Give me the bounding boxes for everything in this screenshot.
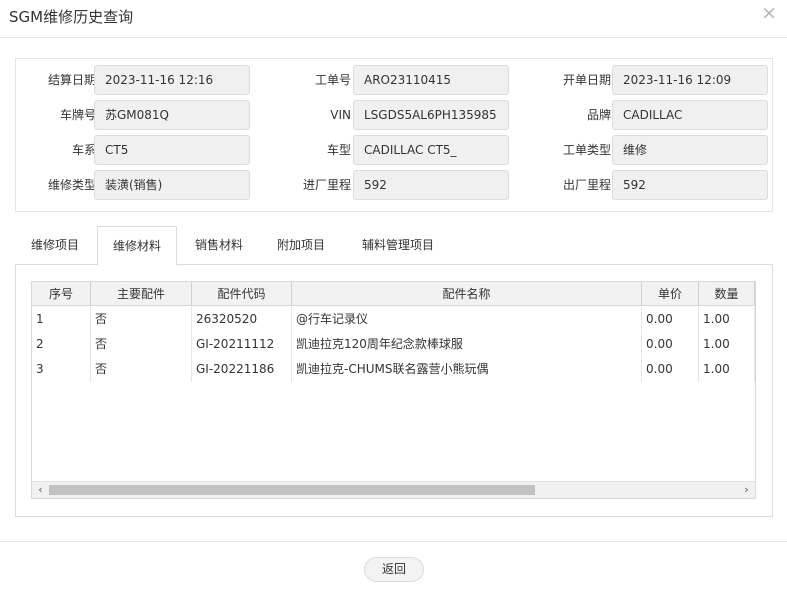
cell-part-code: GI-20211112 xyxy=(192,332,292,357)
order-no-field[interactable]: ARO23110415 xyxy=(353,65,509,95)
cell-quantity: 1.00 xyxy=(699,357,755,382)
vin-label: VIN xyxy=(330,108,351,122)
footer-divider xyxy=(0,541,787,542)
order-type-field[interactable]: 维修 xyxy=(612,135,768,165)
out-mileage-field[interactable]: 592 xyxy=(612,170,768,200)
brand-field[interactable]: CADILLAC xyxy=(612,100,768,130)
cell-unit-price: 0.00 xyxy=(642,357,699,382)
series-field[interactable]: CT5 xyxy=(94,135,250,165)
cell-part-code: GI-20221186 xyxy=(192,357,292,382)
scroll-left-icon[interactable]: ‹ xyxy=(32,482,49,498)
cell-unit-price: 0.00 xyxy=(642,332,699,357)
cell-seq: 3 xyxy=(32,357,91,382)
table-row[interactable]: 2 否 GI-20211112 凯迪拉克120周年纪念款棒球服 0.00 1.0… xyxy=(32,332,755,357)
materials-grid: 序号 主要配件 配件代码 配件名称 单价 数量 1 否 26320520 @行车… xyxy=(31,281,756,499)
open-date-field[interactable]: 2023-11-16 12:09 xyxy=(612,65,768,95)
cell-seq: 2 xyxy=(32,332,91,357)
window-title: SGM维修历史查询 xyxy=(9,8,134,26)
column-header-seq[interactable]: 序号 xyxy=(32,282,91,306)
cell-main-part: 否 xyxy=(91,357,192,382)
tab-repair-materials[interactable]: 维修材料 xyxy=(97,226,177,266)
series-label: 车系 xyxy=(71,143,96,157)
in-mileage-field[interactable]: 592 xyxy=(353,170,509,200)
settle-date-label: 结算日期 xyxy=(47,73,96,87)
table-row[interactable]: 1 否 26320520 @行车记录仪 0.00 1.00 xyxy=(32,307,755,332)
cell-seq: 1 xyxy=(32,307,91,332)
cell-part-name: 凯迪拉克120周年纪念款棒球服 xyxy=(292,332,642,357)
cell-part-code: 26320520 xyxy=(192,307,292,332)
cell-part-name: 凯迪拉克-CHUMS联名露营小熊玩偶 xyxy=(292,357,642,382)
cell-quantity: 1.00 xyxy=(699,307,755,332)
cell-part-name: @行车记录仪 xyxy=(292,307,642,332)
back-button[interactable]: 返回 xyxy=(364,557,424,582)
close-icon[interactable]: × xyxy=(761,3,777,23)
tab-sales-materials[interactable]: 销售材料 xyxy=(183,226,255,265)
out-mileage-label: 出厂里程 xyxy=(562,178,611,192)
model-label: 车型 xyxy=(326,143,351,157)
horizontal-scrollbar[interactable]: ‹ › xyxy=(32,481,755,498)
tab-repair-items[interactable]: 维修项目 xyxy=(15,226,95,265)
scroll-right-icon[interactable]: › xyxy=(738,482,755,498)
open-date-label: 开单日期 xyxy=(562,73,611,87)
scrollbar-thumb[interactable] xyxy=(49,485,535,495)
grid-header: 序号 主要配件 配件代码 配件名称 单价 数量 xyxy=(32,282,755,306)
settle-date-field[interactable]: 2023-11-16 12:16 xyxy=(94,65,250,95)
column-header-unit-price[interactable]: 单价 xyxy=(642,282,699,306)
repair-type-label: 维修类型 xyxy=(47,178,96,192)
column-header-main-part[interactable]: 主要配件 xyxy=(91,282,192,306)
in-mileage-label: 进厂里程 xyxy=(302,178,351,192)
cell-quantity: 1.00 xyxy=(699,332,755,357)
plate-no-field[interactable]: 苏GM081Q xyxy=(94,100,250,130)
cell-unit-price: 0.00 xyxy=(642,307,699,332)
repair-type-field[interactable]: 装潢(销售) xyxy=(94,170,250,200)
info-form-panel: 结算日期 2023-11-16 12:16 工单号 ARO23110415 开单… xyxy=(15,58,773,212)
cell-main-part: 否 xyxy=(91,307,192,332)
tab-extra-items[interactable]: 附加项目 xyxy=(265,226,337,265)
vin-field[interactable]: LSGDS5AL6PH135985 xyxy=(353,100,509,130)
order-no-label: 工单号 xyxy=(314,73,351,87)
column-header-quantity[interactable]: 数量 xyxy=(699,282,755,306)
order-type-label: 工单类型 xyxy=(562,143,611,157)
table-row[interactable]: 3 否 GI-20221186 凯迪拉克-CHUMS联名露营小熊玩偶 0.00 … xyxy=(32,357,755,382)
model-field[interactable]: CADILLAC CT5_ xyxy=(353,135,509,165)
tab-auxiliary-items[interactable]: 辅料管理项目 xyxy=(348,226,448,265)
title-bar: SGM维修历史查询 × xyxy=(0,0,787,38)
plate-no-label: 车牌号 xyxy=(59,108,96,122)
cell-main-part: 否 xyxy=(91,332,192,357)
brand-label: 品牌 xyxy=(586,108,611,122)
column-header-part-name[interactable]: 配件名称 xyxy=(292,282,642,306)
column-header-part-code[interactable]: 配件代码 xyxy=(192,282,292,306)
